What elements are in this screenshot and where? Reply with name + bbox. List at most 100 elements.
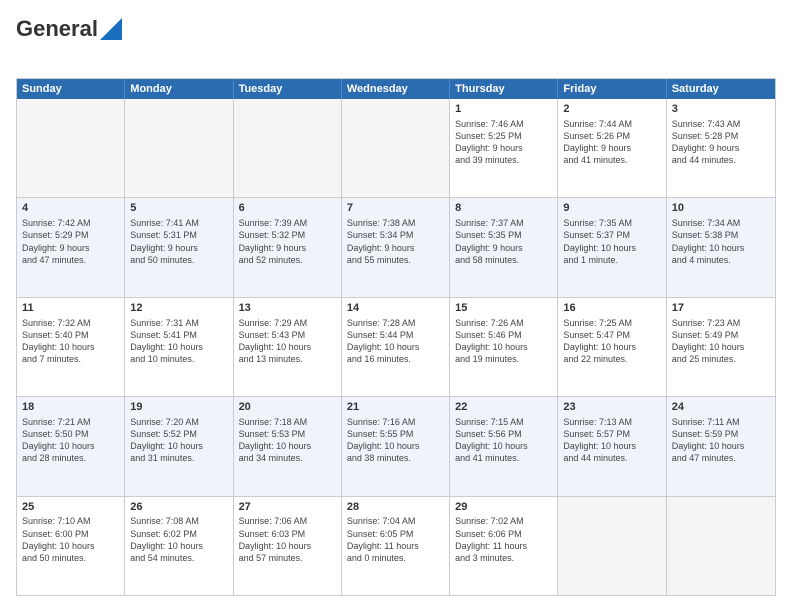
day-cell-14: 14Sunrise: 7:28 AMSunset: 5:44 PMDayligh… bbox=[342, 298, 450, 396]
day-info: Sunrise: 7:21 AMSunset: 5:50 PMDaylight:… bbox=[22, 416, 119, 465]
logo: General bbox=[16, 16, 122, 68]
day-number: 12 bbox=[130, 301, 227, 316]
day-info: Sunrise: 7:04 AMSunset: 6:05 PMDaylight:… bbox=[347, 515, 444, 564]
calendar-header: SundayMondayTuesdayWednesdayThursdayFrid… bbox=[17, 79, 775, 99]
calendar-row-4: 18Sunrise: 7:21 AMSunset: 5:50 PMDayligh… bbox=[17, 396, 775, 495]
day-info: Sunrise: 7:23 AMSunset: 5:49 PMDaylight:… bbox=[672, 317, 770, 366]
day-number: 25 bbox=[22, 500, 119, 515]
empty-cell bbox=[342, 99, 450, 197]
day-number: 24 bbox=[672, 400, 770, 415]
day-cell-8: 8Sunrise: 7:37 AMSunset: 5:35 PMDaylight… bbox=[450, 198, 558, 296]
day-number: 1 bbox=[455, 102, 552, 117]
logo-general: General bbox=[16, 16, 98, 42]
day-info: Sunrise: 7:34 AMSunset: 5:38 PMDaylight:… bbox=[672, 217, 770, 266]
day-cell-7: 7Sunrise: 7:38 AMSunset: 5:34 PMDaylight… bbox=[342, 198, 450, 296]
day-info: Sunrise: 7:39 AMSunset: 5:32 PMDaylight:… bbox=[239, 217, 336, 266]
day-cell-4: 4Sunrise: 7:42 AMSunset: 5:29 PMDaylight… bbox=[17, 198, 125, 296]
calendar-row-3: 11Sunrise: 7:32 AMSunset: 5:40 PMDayligh… bbox=[17, 297, 775, 396]
day-info: Sunrise: 7:06 AMSunset: 6:03 PMDaylight:… bbox=[239, 515, 336, 564]
empty-cell bbox=[125, 99, 233, 197]
day-cell-11: 11Sunrise: 7:32 AMSunset: 5:40 PMDayligh… bbox=[17, 298, 125, 396]
day-info: Sunrise: 7:10 AMSunset: 6:00 PMDaylight:… bbox=[22, 515, 119, 564]
day-cell-27: 27Sunrise: 7:06 AMSunset: 6:03 PMDayligh… bbox=[234, 497, 342, 595]
day-info: Sunrise: 7:29 AMSunset: 5:43 PMDaylight:… bbox=[239, 317, 336, 366]
day-number: 27 bbox=[239, 500, 336, 515]
day-info: Sunrise: 7:13 AMSunset: 5:57 PMDaylight:… bbox=[563, 416, 660, 465]
day-cell-12: 12Sunrise: 7:31 AMSunset: 5:41 PMDayligh… bbox=[125, 298, 233, 396]
day-cell-18: 18Sunrise: 7:21 AMSunset: 5:50 PMDayligh… bbox=[17, 397, 125, 495]
day-number: 17 bbox=[672, 301, 770, 316]
day-cell-17: 17Sunrise: 7:23 AMSunset: 5:49 PMDayligh… bbox=[667, 298, 775, 396]
calendar-row-1: 1Sunrise: 7:46 AMSunset: 5:25 PMDaylight… bbox=[17, 99, 775, 197]
day-number: 22 bbox=[455, 400, 552, 415]
empty-cell bbox=[17, 99, 125, 197]
day-cell-23: 23Sunrise: 7:13 AMSunset: 5:57 PMDayligh… bbox=[558, 397, 666, 495]
day-cell-1: 1Sunrise: 7:46 AMSunset: 5:25 PMDaylight… bbox=[450, 99, 558, 197]
day-cell-10: 10Sunrise: 7:34 AMSunset: 5:38 PMDayligh… bbox=[667, 198, 775, 296]
day-info: Sunrise: 7:41 AMSunset: 5:31 PMDaylight:… bbox=[130, 217, 227, 266]
day-info: Sunrise: 7:26 AMSunset: 5:46 PMDaylight:… bbox=[455, 317, 552, 366]
day-info: Sunrise: 7:16 AMSunset: 5:55 PMDaylight:… bbox=[347, 416, 444, 465]
day-cell-13: 13Sunrise: 7:29 AMSunset: 5:43 PMDayligh… bbox=[234, 298, 342, 396]
day-cell-28: 28Sunrise: 7:04 AMSunset: 6:05 PMDayligh… bbox=[342, 497, 450, 595]
day-info: Sunrise: 7:02 AMSunset: 6:06 PMDaylight:… bbox=[455, 515, 552, 564]
day-number: 6 bbox=[239, 201, 336, 216]
empty-cell bbox=[558, 497, 666, 595]
calendar-row-5: 25Sunrise: 7:10 AMSunset: 6:00 PMDayligh… bbox=[17, 496, 775, 595]
day-number: 3 bbox=[672, 102, 770, 117]
day-cell-22: 22Sunrise: 7:15 AMSunset: 5:56 PMDayligh… bbox=[450, 397, 558, 495]
day-number: 11 bbox=[22, 301, 119, 316]
day-number: 8 bbox=[455, 201, 552, 216]
day-info: Sunrise: 7:42 AMSunset: 5:29 PMDaylight:… bbox=[22, 217, 119, 266]
empty-cell bbox=[234, 99, 342, 197]
day-cell-9: 9Sunrise: 7:35 AMSunset: 5:37 PMDaylight… bbox=[558, 198, 666, 296]
day-info: Sunrise: 7:38 AMSunset: 5:34 PMDaylight:… bbox=[347, 217, 444, 266]
day-info: Sunrise: 7:35 AMSunset: 5:37 PMDaylight:… bbox=[563, 217, 660, 266]
weekday-header-wednesday: Wednesday bbox=[342, 79, 450, 99]
day-number: 26 bbox=[130, 500, 227, 515]
weekday-header-tuesday: Tuesday bbox=[234, 79, 342, 99]
day-number: 9 bbox=[563, 201, 660, 216]
day-info: Sunrise: 7:37 AMSunset: 5:35 PMDaylight:… bbox=[455, 217, 552, 266]
page-header: General bbox=[16, 16, 776, 68]
weekday-header-friday: Friday bbox=[558, 79, 666, 99]
day-info: Sunrise: 7:32 AMSunset: 5:40 PMDaylight:… bbox=[22, 317, 119, 366]
day-cell-25: 25Sunrise: 7:10 AMSunset: 6:00 PMDayligh… bbox=[17, 497, 125, 595]
day-number: 16 bbox=[563, 301, 660, 316]
day-cell-15: 15Sunrise: 7:26 AMSunset: 5:46 PMDayligh… bbox=[450, 298, 558, 396]
weekday-header-sunday: Sunday bbox=[17, 79, 125, 99]
day-cell-2: 2Sunrise: 7:44 AMSunset: 5:26 PMDaylight… bbox=[558, 99, 666, 197]
day-info: Sunrise: 7:28 AMSunset: 5:44 PMDaylight:… bbox=[347, 317, 444, 366]
day-number: 4 bbox=[22, 201, 119, 216]
day-cell-21: 21Sunrise: 7:16 AMSunset: 5:55 PMDayligh… bbox=[342, 397, 450, 495]
logo-icon bbox=[100, 18, 122, 40]
day-cell-26: 26Sunrise: 7:08 AMSunset: 6:02 PMDayligh… bbox=[125, 497, 233, 595]
day-info: Sunrise: 7:15 AMSunset: 5:56 PMDaylight:… bbox=[455, 416, 552, 465]
day-number: 21 bbox=[347, 400, 444, 415]
weekday-header-thursday: Thursday bbox=[450, 79, 558, 99]
day-number: 18 bbox=[22, 400, 119, 415]
day-cell-29: 29Sunrise: 7:02 AMSunset: 6:06 PMDayligh… bbox=[450, 497, 558, 595]
day-info: Sunrise: 7:11 AMSunset: 5:59 PMDaylight:… bbox=[672, 416, 770, 465]
calendar-page: General SundayMondayTuesdayWednesdayThur… bbox=[0, 0, 792, 612]
day-cell-19: 19Sunrise: 7:20 AMSunset: 5:52 PMDayligh… bbox=[125, 397, 233, 495]
day-cell-20: 20Sunrise: 7:18 AMSunset: 5:53 PMDayligh… bbox=[234, 397, 342, 495]
logo-text: General bbox=[16, 16, 122, 68]
weekday-header-monday: Monday bbox=[125, 79, 233, 99]
empty-cell bbox=[667, 497, 775, 595]
day-number: 7 bbox=[347, 201, 444, 216]
day-info: Sunrise: 7:18 AMSunset: 5:53 PMDaylight:… bbox=[239, 416, 336, 465]
day-info: Sunrise: 7:31 AMSunset: 5:41 PMDaylight:… bbox=[130, 317, 227, 366]
day-cell-3: 3Sunrise: 7:43 AMSunset: 5:28 PMDaylight… bbox=[667, 99, 775, 197]
day-info: Sunrise: 7:08 AMSunset: 6:02 PMDaylight:… bbox=[130, 515, 227, 564]
day-number: 28 bbox=[347, 500, 444, 515]
day-info: Sunrise: 7:20 AMSunset: 5:52 PMDaylight:… bbox=[130, 416, 227, 465]
day-number: 2 bbox=[563, 102, 660, 117]
day-info: Sunrise: 7:46 AMSunset: 5:25 PMDaylight:… bbox=[455, 118, 552, 167]
day-cell-16: 16Sunrise: 7:25 AMSunset: 5:47 PMDayligh… bbox=[558, 298, 666, 396]
weekday-header-saturday: Saturday bbox=[667, 79, 775, 99]
day-cell-5: 5Sunrise: 7:41 AMSunset: 5:31 PMDaylight… bbox=[125, 198, 233, 296]
day-cell-6: 6Sunrise: 7:39 AMSunset: 5:32 PMDaylight… bbox=[234, 198, 342, 296]
day-number: 19 bbox=[130, 400, 227, 415]
day-info: Sunrise: 7:25 AMSunset: 5:47 PMDaylight:… bbox=[563, 317, 660, 366]
